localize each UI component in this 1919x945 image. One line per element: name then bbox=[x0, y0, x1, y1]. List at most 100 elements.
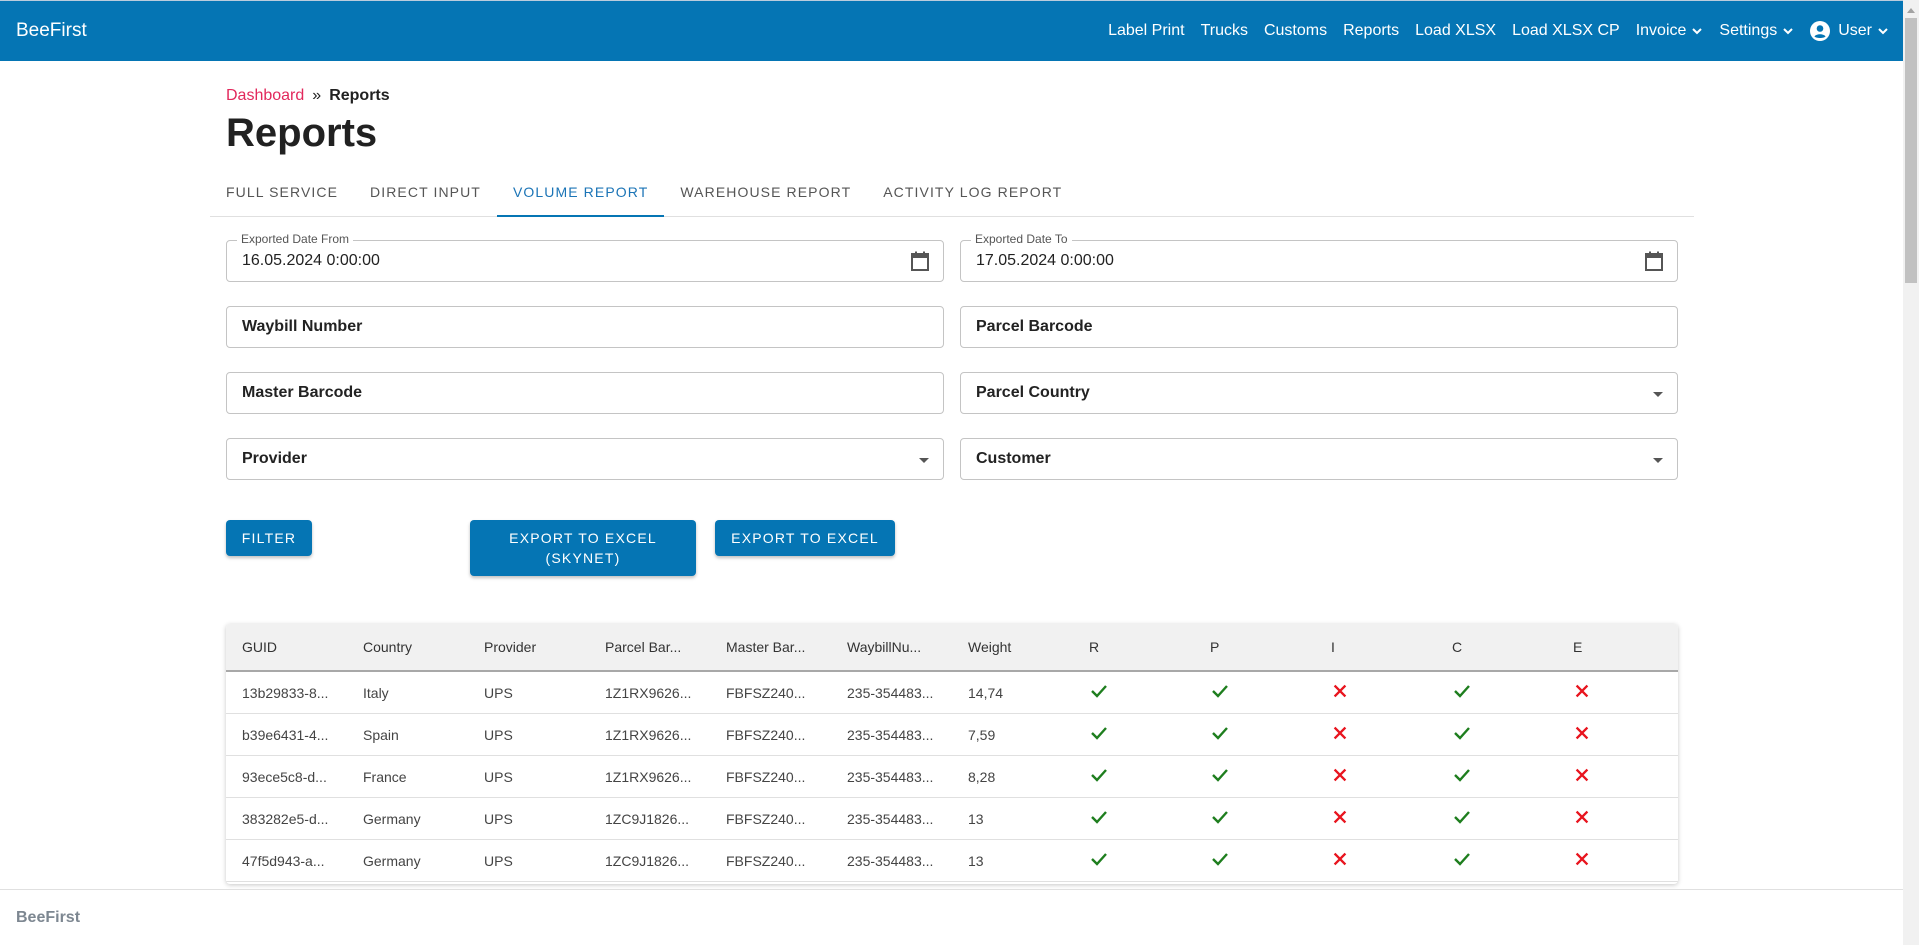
column-header-parcel-barcode[interactable]: Parcel Bar... bbox=[589, 639, 710, 655]
brand-logo[interactable]: BeeFirst bbox=[16, 20, 87, 42]
provider-select[interactable]: Provider bbox=[226, 438, 944, 480]
cell-parcel: 1ZC9J1826... bbox=[605, 810, 690, 827]
tab-volume-report[interactable]: VOLUME REPORT bbox=[496, 168, 665, 217]
cell-status-i bbox=[1315, 724, 1436, 745]
cell-status-c bbox=[1436, 765, 1557, 788]
field-value: 17.05.2024 0:00:00 bbox=[976, 252, 1114, 269]
breadcrumb: Dashboard » Reports bbox=[226, 87, 390, 105]
column-header-provider[interactable]: Provider bbox=[468, 639, 589, 655]
nav-load-xlsx[interactable]: Load XLSX bbox=[1415, 22, 1496, 40]
cross-icon bbox=[1333, 810, 1347, 824]
nav-load-xlsx-cp[interactable]: Load XLSX CP bbox=[1512, 22, 1620, 40]
table-row[interactable]: 93ece5c8-d... France UPS 1Z1RX9626... FBFSZ2… bbox=[226, 756, 1678, 798]
table-row[interactable]: 47f5d943-a... Germany UPS 1ZC9J1826... FBFSZ… bbox=[226, 840, 1678, 882]
table-row[interactable] bbox=[226, 882, 1678, 884]
check-icon bbox=[1212, 727, 1228, 740]
cell-master: FBFSZ240... bbox=[726, 768, 806, 785]
scroll-thumb[interactable] bbox=[1905, 18, 1917, 283]
cell-status-p bbox=[1194, 765, 1315, 788]
parcel-barcode-input[interactable]: Parcel Barcode bbox=[960, 306, 1678, 348]
cell-master: FBFSZ240... bbox=[726, 810, 806, 827]
cell-weight: 13 bbox=[968, 810, 984, 827]
check-icon bbox=[1212, 811, 1228, 824]
cell-status-i bbox=[1315, 682, 1436, 703]
nav-invoice-dropdown[interactable]: Invoice bbox=[1636, 22, 1704, 40]
cell-status-i bbox=[1315, 808, 1436, 829]
cell-status-c bbox=[1436, 807, 1557, 830]
check-icon bbox=[1454, 685, 1470, 698]
field-label: Exported Date To bbox=[971, 232, 1072, 246]
report-tabs: FULL SERVICE DIRECT INPUT VOLUME REPORT … bbox=[210, 168, 1694, 217]
table-row[interactable]: b39e6431-4... Spain UPS 1Z1RX9626... FBFSZ24… bbox=[226, 714, 1678, 756]
cell-country: France bbox=[363, 768, 407, 785]
tab-warehouse-report[interactable]: WAREHOUSE REPORT bbox=[664, 168, 867, 216]
parcel-country-select[interactable]: Parcel Country bbox=[960, 372, 1678, 414]
button-label-line2: (SKYNET) bbox=[545, 550, 621, 566]
cell-status-e bbox=[1557, 682, 1678, 703]
column-header-p[interactable]: P bbox=[1194, 639, 1315, 655]
table-row[interactable]: 383282e5-d... Germany UPS 1ZC9J1826... FBFSZ… bbox=[226, 798, 1678, 840]
check-icon bbox=[1212, 853, 1228, 866]
column-header-c[interactable]: C bbox=[1436, 639, 1557, 655]
cell-guid: 383282e5-d... bbox=[242, 810, 329, 827]
customer-select[interactable]: Customer bbox=[960, 438, 1678, 480]
column-header-r[interactable]: R bbox=[1073, 639, 1194, 655]
column-header-country[interactable]: Country bbox=[347, 639, 468, 655]
master-barcode-input[interactable]: Master Barcode bbox=[226, 372, 944, 414]
exported-date-to-field[interactable]: Exported Date To 17.05.2024 0:00:00 bbox=[960, 232, 1678, 282]
nav-trucks[interactable]: Trucks bbox=[1201, 22, 1248, 40]
cross-icon bbox=[1575, 768, 1589, 782]
cell-guid: 47f5d943-a... bbox=[242, 852, 325, 869]
waybill-number-input[interactable]: Waybill Number bbox=[226, 306, 944, 348]
calendar-icon[interactable] bbox=[909, 250, 931, 272]
tab-activity-log-report[interactable]: ACTIVITY LOG REPORT bbox=[867, 168, 1078, 216]
cell-status-r bbox=[1073, 723, 1194, 746]
footer: BeeFirst bbox=[0, 889, 1903, 945]
filter-button[interactable]: FILTER bbox=[226, 520, 312, 556]
main-nav: Label Print Trucks Customs Reports Load … bbox=[1092, 21, 1889, 41]
tab-direct-input[interactable]: DIRECT INPUT bbox=[354, 168, 497, 216]
cell-guid: 93ece5c8-d... bbox=[242, 768, 327, 785]
check-icon bbox=[1091, 769, 1107, 782]
nav-label: Settings bbox=[1719, 22, 1778, 39]
footer-brand: BeeFirst bbox=[16, 909, 81, 926]
column-header-guid[interactable]: GUID bbox=[226, 639, 347, 655]
nav-reports[interactable]: Reports bbox=[1343, 22, 1399, 40]
breadcrumb-dashboard-link[interactable]: Dashboard bbox=[226, 87, 304, 105]
cell-status-i bbox=[1315, 850, 1436, 871]
nav-label: Label Print bbox=[1108, 22, 1185, 39]
column-header-e[interactable]: E bbox=[1557, 639, 1678, 655]
cross-icon bbox=[1575, 726, 1589, 740]
page-scrollbar[interactable] bbox=[1903, 0, 1919, 945]
cell-status-e bbox=[1557, 850, 1678, 871]
check-icon bbox=[1212, 769, 1228, 782]
exported-date-from-field[interactable]: Exported Date From 16.05.2024 0:00:00 bbox=[226, 232, 944, 282]
cell-status-e bbox=[1557, 808, 1678, 829]
calendar-icon[interactable] bbox=[1643, 250, 1665, 272]
cell-weight: 7,59 bbox=[968, 726, 996, 743]
export-excel-button[interactable]: EXPORT TO EXCEL bbox=[715, 520, 895, 556]
cell-parcel: 1Z1RX9626... bbox=[605, 726, 692, 743]
cross-icon bbox=[1575, 810, 1589, 824]
column-header-master-barcode[interactable]: Master Bar... bbox=[710, 639, 831, 655]
scroll-up-arrow-icon[interactable] bbox=[1907, 8, 1915, 13]
nav-label: Trucks bbox=[1200, 22, 1248, 39]
column-header-i[interactable]: I bbox=[1315, 639, 1436, 655]
nav-customs[interactable]: Customs bbox=[1264, 22, 1327, 40]
nav-label: Load XLSX bbox=[1415, 22, 1497, 39]
dropdown-arrow-icon bbox=[1653, 458, 1663, 463]
check-icon bbox=[1091, 727, 1107, 740]
nav-user-dropdown[interactable]: User bbox=[1810, 21, 1889, 41]
nav-settings-dropdown[interactable]: Settings bbox=[1719, 22, 1794, 40]
column-header-weight[interactable]: Weight bbox=[952, 639, 1073, 655]
cell-status-p bbox=[1194, 723, 1315, 746]
table-row[interactable]: 13b29833-8... Italy UPS 1Z1RX9626... FBFSZ24… bbox=[226, 672, 1678, 714]
cell-status-p bbox=[1194, 681, 1315, 704]
nav-label-print[interactable]: Label Print bbox=[1108, 22, 1185, 40]
cell-status-p bbox=[1194, 849, 1315, 872]
export-excel-skynet-button[interactable]: EXPORT TO EXCEL (SKYNET) bbox=[470, 520, 696, 576]
tab-full-service[interactable]: FULL SERVICE bbox=[210, 168, 354, 216]
cross-icon bbox=[1575, 852, 1589, 866]
column-header-waybill-number[interactable]: WaybillNu... bbox=[831, 639, 952, 655]
volume-report-table: GUID Country Provider Parcel Bar... Mast… bbox=[226, 624, 1678, 884]
